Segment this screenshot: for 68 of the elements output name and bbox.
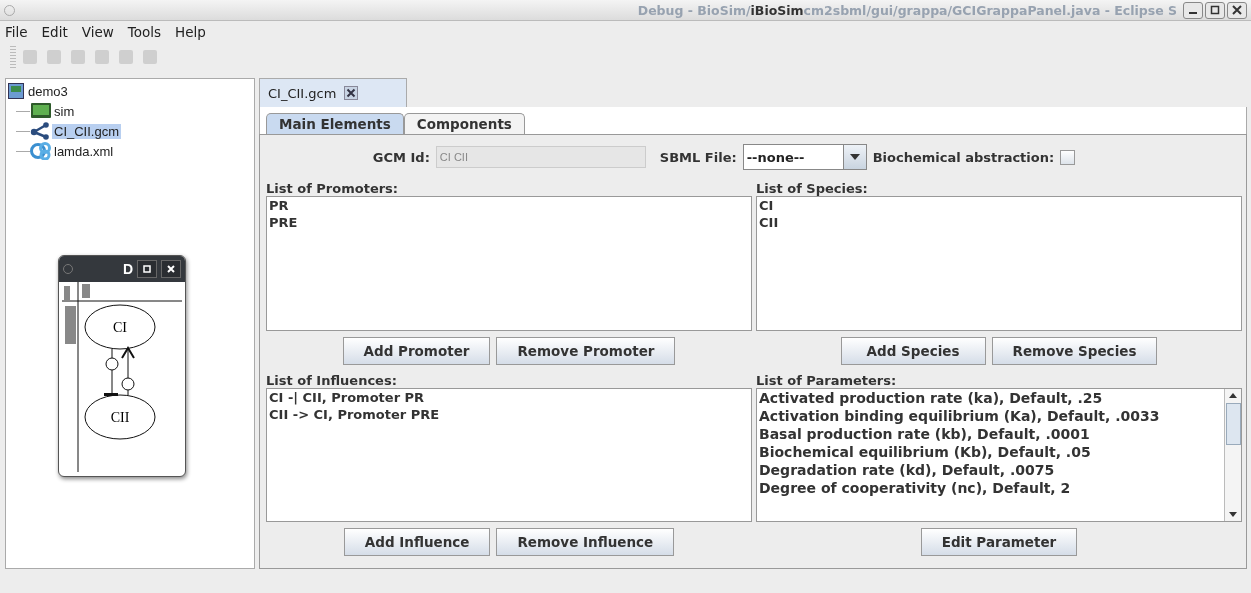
background-window-title: cm2sbml/gui/grappa/GCIGrappaPanel.java - Eclipse S bbox=[803, 2, 1177, 18]
action-button[interactable]: Remove Promoter bbox=[496, 336, 676, 365]
file-tab[interactable]: CI_CII.gcm bbox=[259, 78, 407, 107]
action-button[interactable]: Remove Influence bbox=[496, 528, 675, 556]
checkbox-label: Biochemical abstraction: bbox=[872, 149, 1055, 165]
window-title: iBioSim bbox=[750, 2, 804, 18]
ruler-mark bbox=[65, 306, 76, 344]
list-item[interactable]: PRE bbox=[269, 214, 298, 231]
background-window-title: Debug - BioSim/ bbox=[637, 2, 751, 18]
list-label: List of Influences: bbox=[266, 371, 398, 388]
monitor-icon bbox=[30, 102, 52, 120]
graph-node: CII bbox=[84, 394, 156, 440]
minimize-icon bbox=[1189, 12, 1197, 14]
maximize-icon bbox=[1210, 5, 1220, 15]
action-button[interactable]: Remove Species bbox=[991, 336, 1158, 365]
list-item[interactable]: Degree of cooperativity (nc), Default, 2 bbox=[759, 478, 1071, 497]
maximize-button[interactable] bbox=[1205, 1, 1225, 19]
list-item[interactable]: Biochemical equilibrium (Kb), Default, .05 bbox=[759, 442, 1091, 461]
list-item[interactable]: PR bbox=[269, 197, 289, 214]
close-button[interactable] bbox=[1227, 1, 1247, 19]
close-button[interactable] bbox=[161, 260, 181, 278]
menu-item[interactable]: Edit bbox=[41, 23, 68, 40]
menu-item[interactable]: Help bbox=[175, 23, 206, 40]
tab[interactable]: Components bbox=[403, 113, 525, 134]
list-item[interactable]: Degradation rate (kd), Default, .0075 bbox=[759, 460, 1055, 479]
list-label: List of Promoters: bbox=[266, 180, 400, 196]
list-item[interactable]: Activated production rate (ka), Default, .25 bbox=[759, 388, 1103, 407]
action-button[interactable]: Add Promoter bbox=[342, 336, 491, 365]
vertical-scrollbar[interactable] bbox=[1224, 388, 1241, 521]
ruler-mark bbox=[64, 286, 70, 300]
graph-node: CI bbox=[84, 304, 156, 350]
menu-item[interactable]: Tools bbox=[127, 23, 162, 40]
tree-item[interactable]: lamda.xml bbox=[52, 143, 116, 159]
window-title: D bbox=[121, 261, 133, 277]
list-item[interactable]: Activation binding equilibrium (Ka), Default, .0033 bbox=[759, 406, 1160, 425]
tree-item[interactable]: CI_CII.gcm bbox=[52, 123, 121, 139]
list-item[interactable]: Basal production rate (kb), Default, .0001 bbox=[759, 424, 1090, 443]
action-button[interactable]: Add Influence bbox=[343, 528, 491, 556]
list-item[interactable]: CI -| CII, Promoter PR bbox=[269, 388, 425, 406]
list-label: List of Species: bbox=[756, 180, 869, 196]
repression-edge bbox=[104, 348, 119, 396]
close-icon bbox=[1232, 5, 1242, 15]
tree-item[interactable]: sim bbox=[52, 103, 77, 119]
list-item[interactable]: CII bbox=[759, 214, 779, 231]
list-label: List of Parameters: bbox=[756, 371, 898, 388]
list-item[interactable]: CI bbox=[759, 197, 774, 214]
tab[interactable]: Main Elements bbox=[266, 113, 404, 134]
close-icon[interactable] bbox=[344, 86, 359, 100]
close-icon bbox=[167, 265, 175, 273]
sbml-file-dropdown[interactable]: --none-- bbox=[742, 144, 867, 170]
network-icon bbox=[30, 122, 52, 140]
maximize-button[interactable] bbox=[137, 260, 157, 278]
field-label: SBML File: bbox=[659, 149, 737, 165]
tree-item[interactable]: demo3 bbox=[6, 81, 254, 101]
maximize-icon bbox=[143, 265, 151, 273]
checkbox[interactable] bbox=[1060, 149, 1076, 165]
ruler-mark bbox=[82, 284, 90, 298]
list-item[interactable]: CII -> CI, Promoter PRE bbox=[269, 405, 440, 423]
menu-item[interactable]: View bbox=[81, 23, 114, 40]
field-label: GCM Id: bbox=[372, 149, 430, 165]
minimize-button[interactable] bbox=[1183, 1, 1203, 19]
dropdown-arrow-icon bbox=[849, 154, 860, 160]
menu-item[interactable]: File bbox=[5, 23, 28, 40]
project-icon bbox=[8, 83, 24, 99]
action-button[interactable]: Edit Parameter bbox=[920, 528, 1078, 556]
molecule-icon bbox=[30, 142, 52, 160]
activation-arrow bbox=[121, 346, 135, 396]
action-button[interactable]: Add Species bbox=[840, 336, 986, 365]
